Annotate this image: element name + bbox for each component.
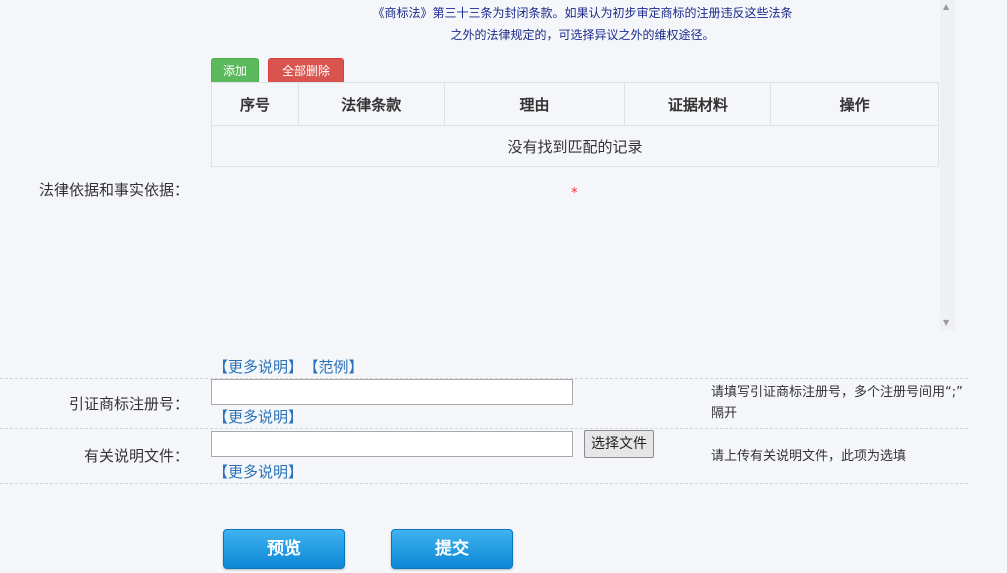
preview-button[interactable]: 预览 — [223, 529, 345, 569]
column-header: 序号 — [211, 82, 299, 126]
cited-mark-hint-line-2: 隔开 — [711, 406, 738, 421]
choose-file-button[interactable]: 选择文件 — [584, 430, 654, 458]
table-header-row: 序号 法律条款 理由 证据材料 操作 — [211, 82, 939, 126]
doc-hint: 请上传有关说明文件，此项为选填 — [711, 449, 907, 464]
cited-mark-label: 引证商标注册号： — [68, 395, 189, 413]
doc-more-info-link[interactable]: 【更多说明】 — [213, 461, 303, 482]
cited-mark-hint: 请填写引证商标注册号，多个注册号间用“;” 隔开 — [711, 382, 963, 424]
table-row: 没有找到匹配的记录 — [211, 125, 939, 167]
divider — [0, 483, 968, 484]
doc-file-input[interactable] — [211, 431, 573, 457]
column-header: 证据材料 — [624, 82, 772, 126]
notice-text: 《商标法》第三十三条为封闭条款。如果认为初步审定商标的注册违反这些法条 之外的法… — [210, 2, 955, 46]
cited-mark-input[interactable] — [211, 379, 573, 405]
delete-all-button[interactable]: 全部删除 — [268, 58, 344, 84]
column-header: 操作 — [770, 82, 939, 126]
add-button[interactable]: 添加 — [211, 58, 259, 84]
scroll-down-arrow-icon[interactable]: ▼ — [943, 318, 949, 327]
legal-basis-label: 法律依据和事实依据： — [38, 181, 189, 199]
legal-basis-links: 【更多说明】 【范例】 — [213, 356, 364, 377]
column-header: 理由 — [443, 82, 626, 126]
divider — [0, 428, 968, 429]
empty-table-message: 没有找到匹配的记录 — [211, 125, 939, 167]
required-mark: * — [571, 186, 578, 201]
scrollbar[interactable] — [940, 0, 955, 330]
cited-mark-more-info-link[interactable]: 【更多说明】 — [213, 406, 303, 427]
notice-line-2: 之外的法律规定的，可选择异议之外的维权途径。 — [450, 28, 715, 42]
submit-button[interactable]: 提交 — [391, 529, 513, 569]
more-info-link[interactable]: 【更多说明】 — [213, 358, 303, 376]
column-header: 法律条款 — [297, 82, 445, 126]
notice-line-1: 《商标法》第三十三条为封闭条款。如果认为初步审定商标的注册违反这些法条 — [372, 6, 793, 20]
legal-clauses-table: 序号 法律条款 理由 证据材料 操作 没有找到匹配的记录 — [211, 82, 939, 167]
example-link[interactable]: 【范例】 — [311, 358, 364, 376]
doc-label: 有关说明文件： — [83, 447, 189, 465]
cited-mark-hint-line-1: 请填写引证商标注册号，多个注册号间用“;” — [711, 385, 963, 400]
scroll-up-arrow-icon[interactable]: ▲ — [943, 2, 949, 11]
